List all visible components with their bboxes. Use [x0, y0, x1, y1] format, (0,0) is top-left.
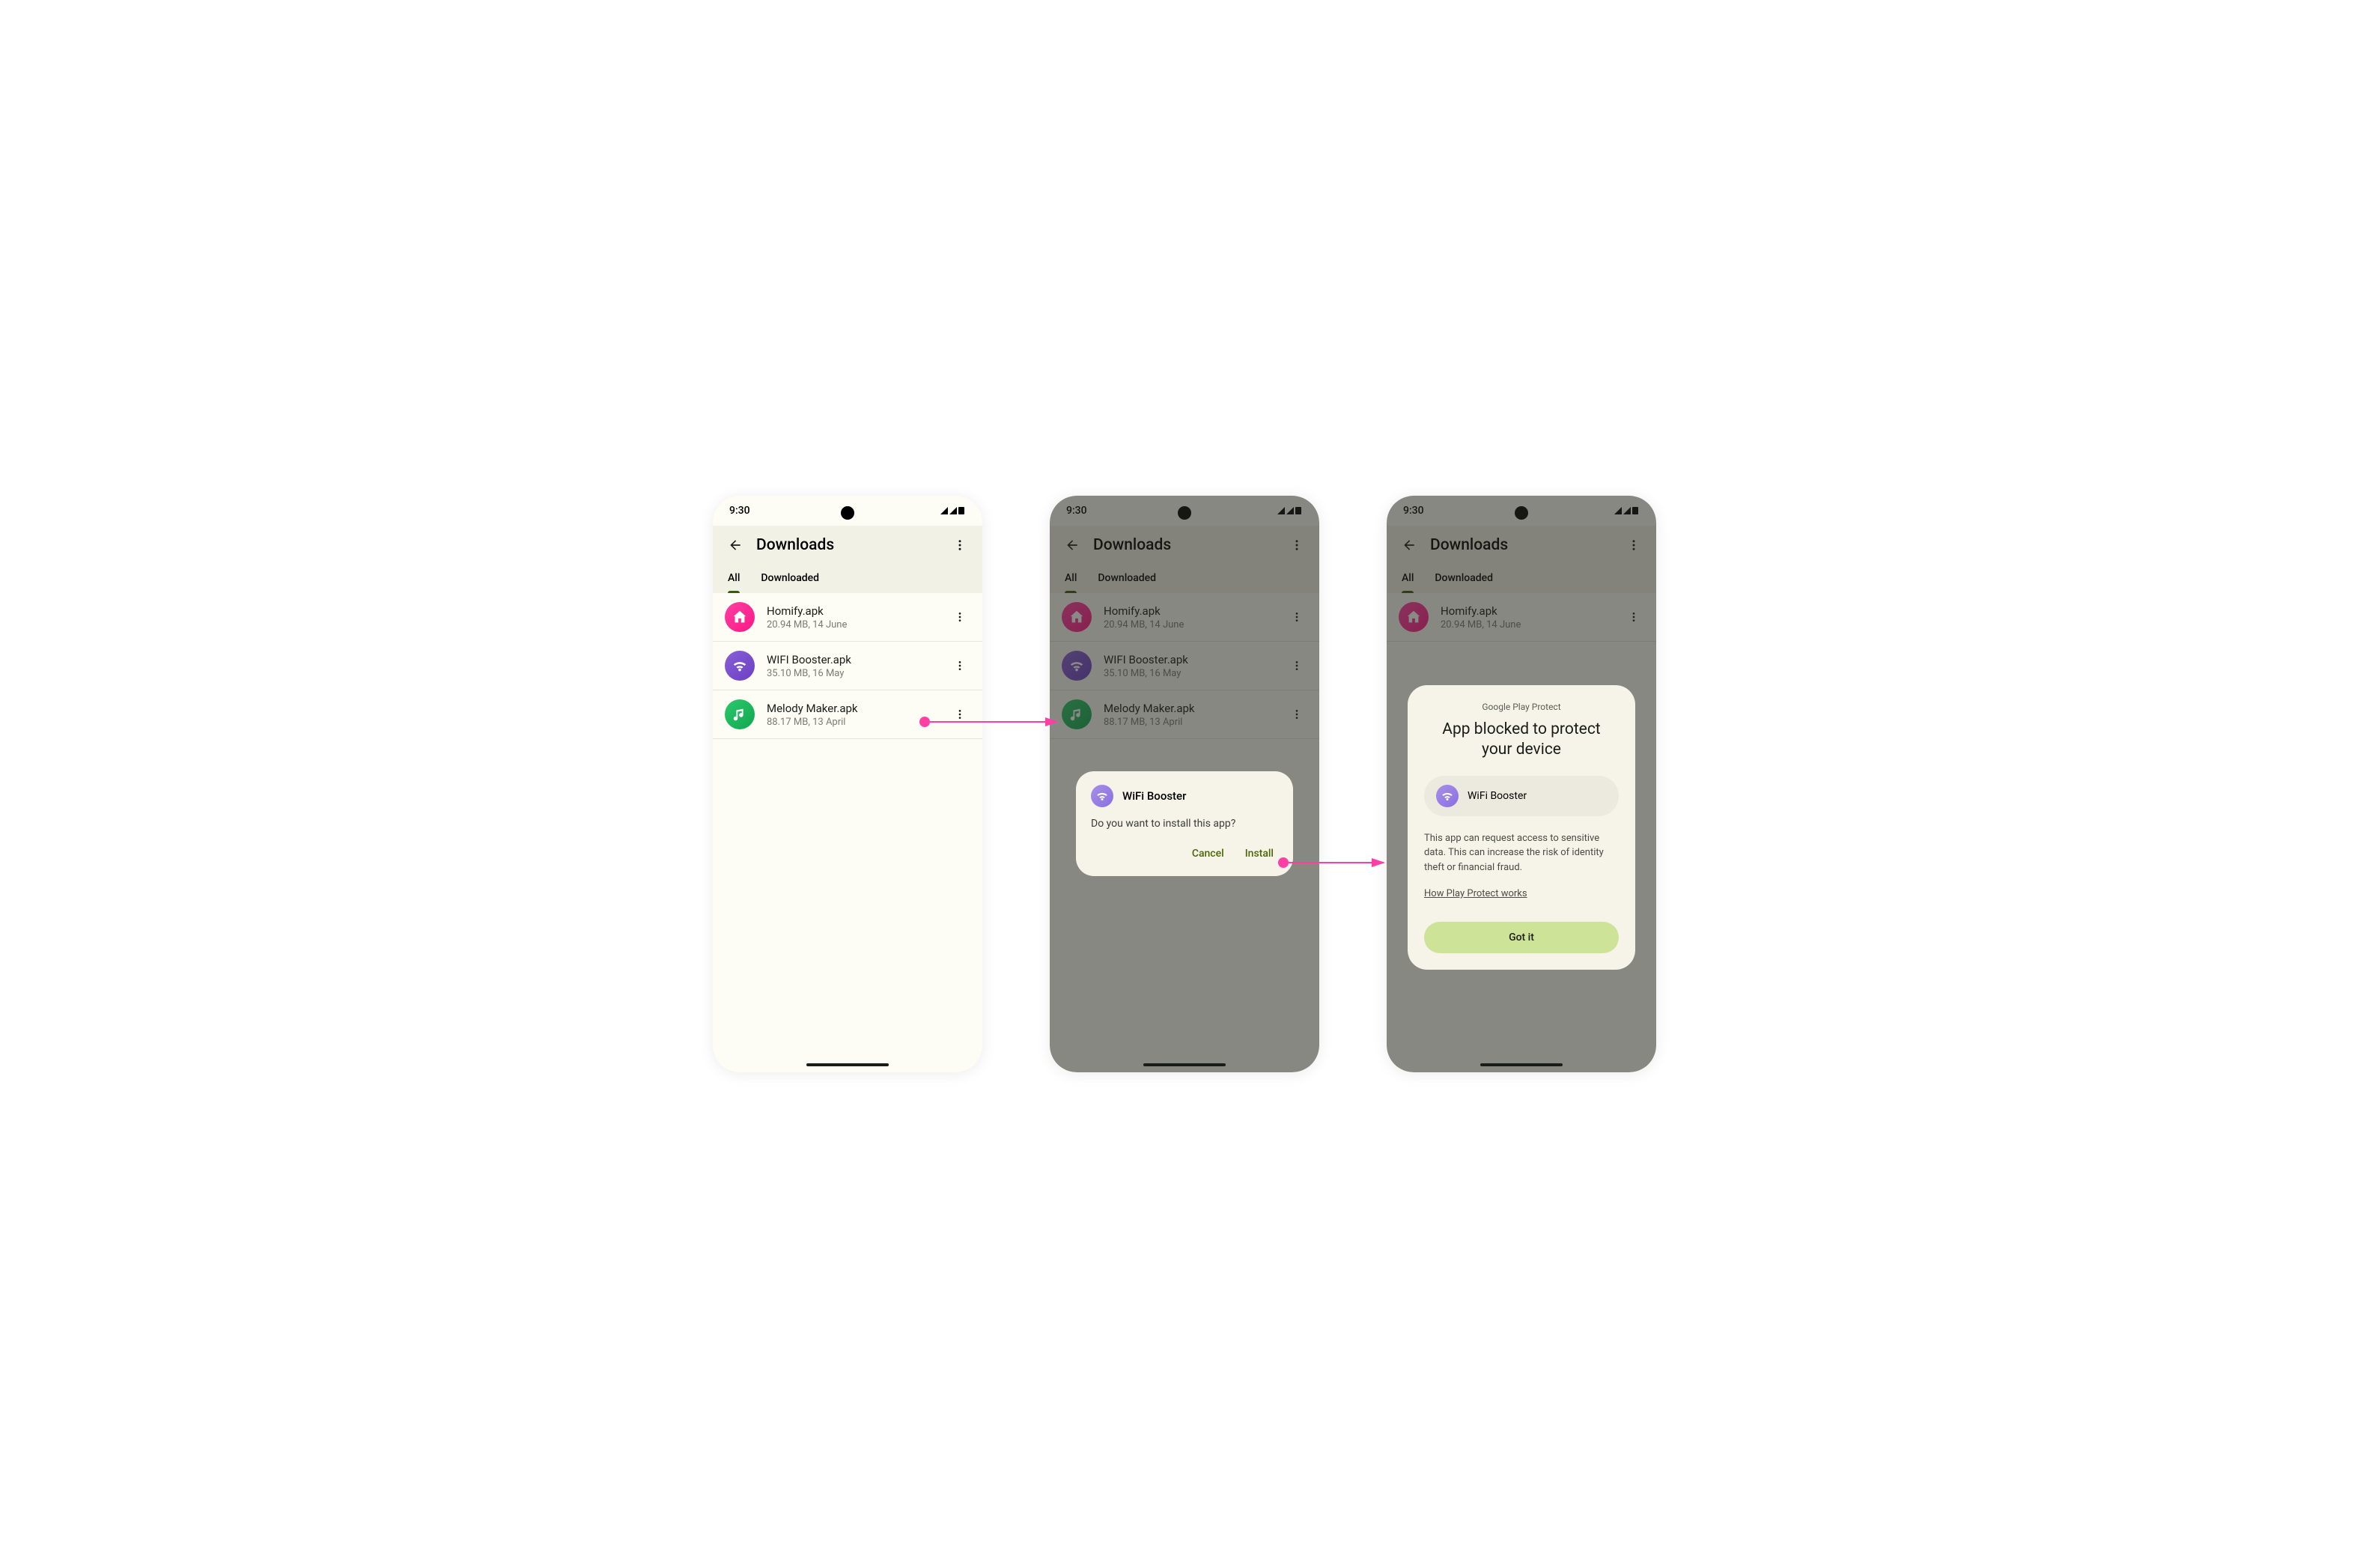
block-dialog: Google Play Protect App blocked to prote… — [1408, 685, 1635, 970]
item-meta: 35.10 MB, 16 May — [767, 668, 937, 679]
phone-screen-2: 9:30 Downloads All Downloaded Homify.apk… — [1050, 496, 1319, 1072]
list-item[interactable]: Homify.apk 20.94 MB, 14 June — [713, 593, 982, 642]
back-button[interactable] — [725, 535, 746, 556]
more-vert-icon — [954, 611, 966, 623]
wifi-booster-icon — [725, 651, 755, 681]
nav-bar[interactable] — [1143, 1063, 1226, 1066]
wifi-booster-icon — [1091, 785, 1113, 807]
dialog-body: This app can request access to sensitive… — [1424, 831, 1619, 875]
tab-all[interactable]: All — [728, 566, 740, 593]
install-button[interactable]: Install — [1244, 843, 1275, 864]
dialog-link[interactable]: How Play Protect works — [1424, 888, 1527, 899]
item-name: Homify.apk — [767, 604, 937, 618]
home-icon — [732, 609, 748, 625]
item-meta: 20.94 MB, 14 June — [767, 619, 937, 630]
melody-maker-icon — [725, 699, 755, 729]
item-name: WIFI Booster.apk — [767, 653, 937, 666]
got-it-button[interactable]: Got it — [1424, 922, 1619, 953]
header-overflow-button[interactable] — [949, 535, 970, 556]
dialog-title: App blocked to protect your device — [1424, 720, 1619, 761]
wifi-icon — [732, 657, 748, 674]
flow-marker-dot — [919, 717, 930, 727]
flow-marker-dot — [1278, 857, 1289, 868]
dialog-eyebrow: Google Play Protect — [1424, 702, 1619, 712]
more-vert-icon — [953, 538, 967, 552]
homify-icon — [725, 602, 755, 632]
tabs: All Downloaded — [722, 566, 973, 593]
item-overflow-button[interactable] — [949, 655, 970, 676]
downloads-list: Homify.apk 20.94 MB, 14 June WIFI Booste… — [713, 593, 982, 739]
list-item[interactable]: WIFI Booster.apk 35.10 MB, 16 May — [713, 642, 982, 690]
nav-bar[interactable] — [1480, 1063, 1563, 1066]
cancel-button[interactable]: Cancel — [1190, 843, 1226, 864]
wifi-booster-icon — [1436, 785, 1459, 807]
dialog-app-chip: WiFi Booster — [1424, 776, 1619, 816]
camera-hole — [841, 506, 854, 520]
nav-bar[interactable] — [806, 1063, 889, 1066]
music-note-icon — [732, 706, 748, 723]
install-dialog: WiFi Booster Do you want to install this… — [1076, 771, 1293, 876]
app-header: Downloads All Downloaded — [713, 526, 982, 593]
status-time: 9:30 — [729, 505, 750, 517]
item-overflow-button[interactable] — [949, 704, 970, 725]
more-vert-icon — [954, 660, 966, 672]
tab-downloaded[interactable]: Downloaded — [761, 566, 819, 593]
status-icons — [939, 505, 966, 516]
dialog-app-name: WiFi Booster — [1122, 789, 1186, 803]
list-item[interactable]: Melody Maker.apk 88.17 MB, 13 April — [713, 690, 982, 739]
arrow-back-icon — [728, 538, 743, 553]
phone-screen-3: 9:30 Downloads All Downloaded Homify.apk… — [1387, 496, 1656, 1072]
dialog-question: Do you want to install this app? — [1091, 818, 1278, 830]
more-vert-icon — [954, 708, 966, 720]
phone-screen-1: 9:30 Downloads All Downloaded Homify.apk — [713, 496, 982, 1072]
page-title: Downloads — [756, 536, 939, 554]
item-overflow-button[interactable] — [949, 607, 970, 627]
dialog-app-name: WiFi Booster — [1468, 790, 1527, 802]
item-meta: 88.17 MB, 13 April — [767, 717, 937, 728]
item-name: Melody Maker.apk — [767, 702, 937, 715]
